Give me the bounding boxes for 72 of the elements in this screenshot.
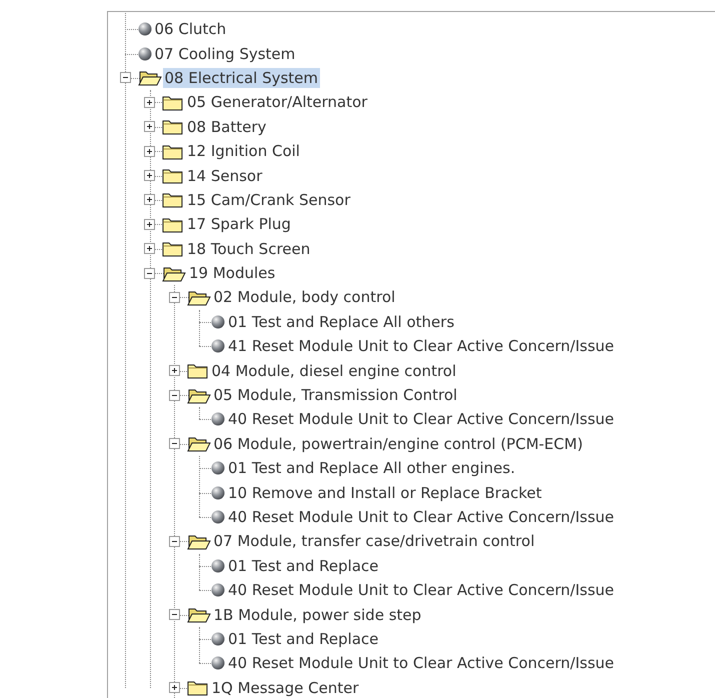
collapse-toggle[interactable] [168,390,180,401]
tree-item-label[interactable]: 01 Test and Replace All others [226,312,456,332]
collapse-toggle[interactable] [168,292,180,303]
tree-item-label[interactable]: 40 Reset Module Unit to Clear Active Concern/Issue [226,580,616,600]
expand-toggle[interactable] [144,218,156,230]
collapse-toggle[interactable] [120,72,131,84]
expand-toggle[interactable] [144,96,156,108]
open-folder-icon [186,606,210,624]
sphere-icon [211,486,225,500]
collapse-toggle[interactable] [168,438,180,450]
open-folder-icon [186,288,210,306]
sphere-icon [211,314,225,329]
sphere-icon [138,22,152,36]
tree-item-label[interactable]: 06 Clutch [152,19,228,40]
folder-icon [162,191,184,208]
tree-item-label[interactable]: 15 Cam/Crank Sensor [185,190,352,210]
expand-toggle[interactable] [168,682,180,694]
expand-toggle[interactable] [144,170,156,182]
tree-item-label[interactable]: 1Q Message Center [210,678,361,698]
tree-item-label[interactable]: 40 Reset Module Unit to Clear Active Concern/Issue [226,507,616,527]
tree-item-label[interactable]: 05 Module, Transmission Control [212,385,460,406]
sphere-icon [211,583,225,598]
tree-item-label[interactable]: 08 Battery [185,116,268,137]
tree-item-label[interactable]: 12 Ignition Coil [185,141,302,162]
open-folder-icon [186,532,210,550]
folder-icon [162,94,184,111]
expand-toggle[interactable] [168,365,180,376]
tree-item-label[interactable]: 40 Reset Module Unit to Clear Active Concern/Issue [226,409,616,430]
folder-icon [162,240,184,258]
tree-item-label[interactable]: 08 Electrical System [162,68,320,88]
tree-item-label[interactable]: 10 Remove and Install or Replace Bracket [226,482,544,503]
tree-item-label[interactable]: 1B Module, power side step [212,604,424,625]
tree-item-label[interactable]: 04 Module, diesel engine control [210,360,458,381]
folder-icon [162,216,184,233]
tree-item-label[interactable]: 17 Spark Plug [185,214,293,234]
sphere-icon [211,558,225,573]
sphere-icon [211,412,225,426]
sphere-icon [211,510,225,524]
tree-item-label[interactable]: 41 Reset Module Unit to Clear Active Concern/Issue [226,336,616,356]
expand-toggle[interactable] [144,121,156,132]
open-folder-icon [186,435,210,452]
sphere-icon [211,461,225,476]
collapse-toggle[interactable] [168,609,180,620]
tree-item-label[interactable]: 18 Touch Screen [185,238,312,259]
tree-item-label[interactable]: 01 Test and Replace [226,628,380,649]
folder-icon [162,118,184,136]
collapse-toggle[interactable] [144,268,156,279]
folder-icon [162,142,184,160]
tree-item-label[interactable]: 14 Sensor [185,166,264,186]
folder-icon [162,167,184,184]
tree-item-label[interactable]: 06 Module, powertrain/engine control (PCM-ECM) [212,434,585,454]
tree-item-label[interactable]: 01 Test and Replace All other engines. [226,458,518,478]
folder-icon [186,679,208,696]
expand-toggle[interactable] [144,243,156,254]
sphere-icon [211,339,225,354]
tree-item-label[interactable]: 07 Cooling System [152,44,298,64]
folder-icon [186,362,208,380]
expand-toggle[interactable] [144,146,156,157]
tree-item-label[interactable]: 02 Module, body control [212,287,398,308]
expand-toggle[interactable] [144,194,156,206]
tree-item-label[interactable]: 05 Generator/Alternator [185,92,370,112]
open-folder-icon [138,69,162,86]
collapse-toggle[interactable] [168,536,180,547]
open-folder-icon [162,264,186,282]
tree-item-label[interactable]: 01 Test and Replace [226,556,380,576]
tree-item-label[interactable]: 07 Module, transfer case/drivetrain control [212,531,537,552]
sphere-icon [211,656,225,670]
tree-item-label[interactable]: 19 Modules [187,263,278,284]
sphere-icon [211,632,225,646]
tree-item-label[interactable]: 40 Reset Module Unit to Clear Active Concern/Issue [226,653,616,674]
sphere-icon [138,46,152,61]
open-folder-icon [186,386,210,404]
